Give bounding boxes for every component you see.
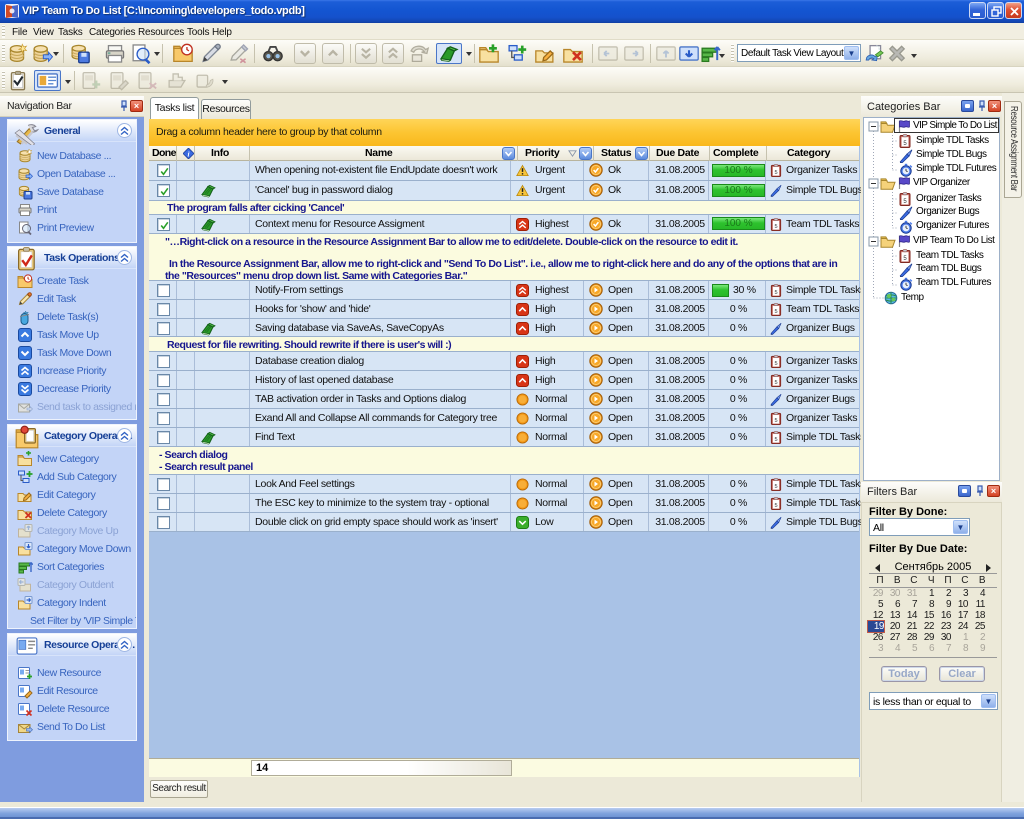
svg-text:i: i bbox=[187, 149, 189, 158]
